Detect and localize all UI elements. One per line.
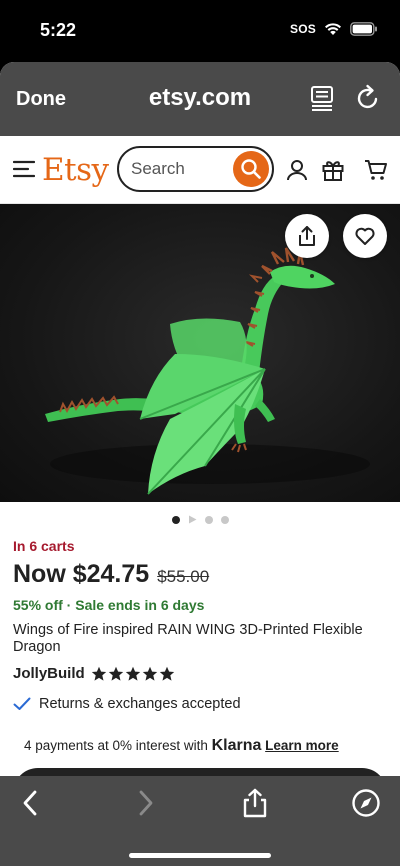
product-title: Wings of Fire inspired RAIN WING 3D-Prin… [13, 622, 363, 655]
heart-icon [355, 227, 375, 245]
sale-text: 55% off · Sale ends in 6 days [13, 597, 205, 613]
pagination-dot[interactable] [204, 515, 213, 524]
returns-text: Returns & exchanges accepted [39, 696, 241, 712]
installments-text: 4 payments at 0% interest with [24, 738, 212, 753]
shop-row: JollyBuild [13, 665, 387, 682]
browser-sheet: Done etsy.com Etsy Search In 6 carts Now… [0, 62, 400, 866]
star-icon [142, 666, 157, 681]
installments-row: 4 payments at 0% interest with Klarna Le… [13, 737, 387, 755]
product-image[interactable] [0, 204, 400, 502]
status-time: 5:22 [40, 20, 77, 40]
pagination-dot[interactable] [220, 515, 229, 524]
cart-icon[interactable] [364, 158, 388, 182]
star-icon [125, 666, 140, 681]
star-icon [159, 666, 174, 681]
gift-icon[interactable] [321, 158, 345, 182]
browser-bottom-toolbar [0, 776, 400, 866]
star-icon [108, 666, 123, 681]
battery-icon [350, 22, 377, 36]
share-icon [299, 226, 315, 246]
favorite-button[interactable] [343, 214, 387, 258]
reader-view-icon[interactable] [308, 84, 336, 112]
reload-icon[interactable] [354, 84, 382, 112]
checkmark-icon [13, 697, 31, 710]
play-icon[interactable] [188, 515, 197, 524]
shop-name-link[interactable]: JollyBuild [13, 665, 85, 682]
menu-icon[interactable] [13, 160, 35, 178]
home-indicator [129, 853, 271, 858]
share-sheet-icon[interactable] [240, 788, 270, 818]
account-icon[interactable] [285, 158, 309, 182]
returns-row: Returns & exchanges accepted [13, 696, 387, 712]
sos-indicator: SOS [290, 22, 316, 36]
learn-more-link[interactable]: Learn more [265, 738, 339, 753]
search-bar [117, 146, 274, 192]
etsy-logo[interactable]: Etsy [42, 152, 109, 188]
carts-count: In 6 carts [13, 538, 75, 554]
forward-icon[interactable] [130, 788, 160, 818]
current-price: Now $24.75 [13, 560, 150, 588]
search-button[interactable] [233, 151, 269, 187]
klarna-logo: Klarna [211, 737, 262, 754]
image-pagination [0, 515, 400, 524]
pagination-dot[interactable] [171, 515, 180, 524]
price-row: Now $24.75 $55.00 [13, 560, 387, 589]
status-bar: 5:22 SOS [0, 0, 400, 62]
search-icon [241, 159, 261, 179]
browser-top-bar: Done etsy.com [0, 62, 400, 136]
site-header: Etsy [0, 136, 400, 204]
original-price: $55.00 [157, 567, 210, 586]
product-info: In 6 carts Now $24.75 $55.00 55% off · S… [13, 538, 387, 755]
star-icon [91, 666, 106, 681]
rating-stars[interactable] [91, 666, 175, 682]
compass-icon[interactable] [351, 788, 381, 818]
dragon-product-photo [45, 247, 370, 495]
page-domain: etsy.com [148, 84, 252, 111]
share-button[interactable] [285, 214, 329, 258]
search-input[interactable] [131, 158, 231, 180]
back-icon[interactable] [16, 788, 46, 818]
wifi-icon [325, 23, 341, 35]
